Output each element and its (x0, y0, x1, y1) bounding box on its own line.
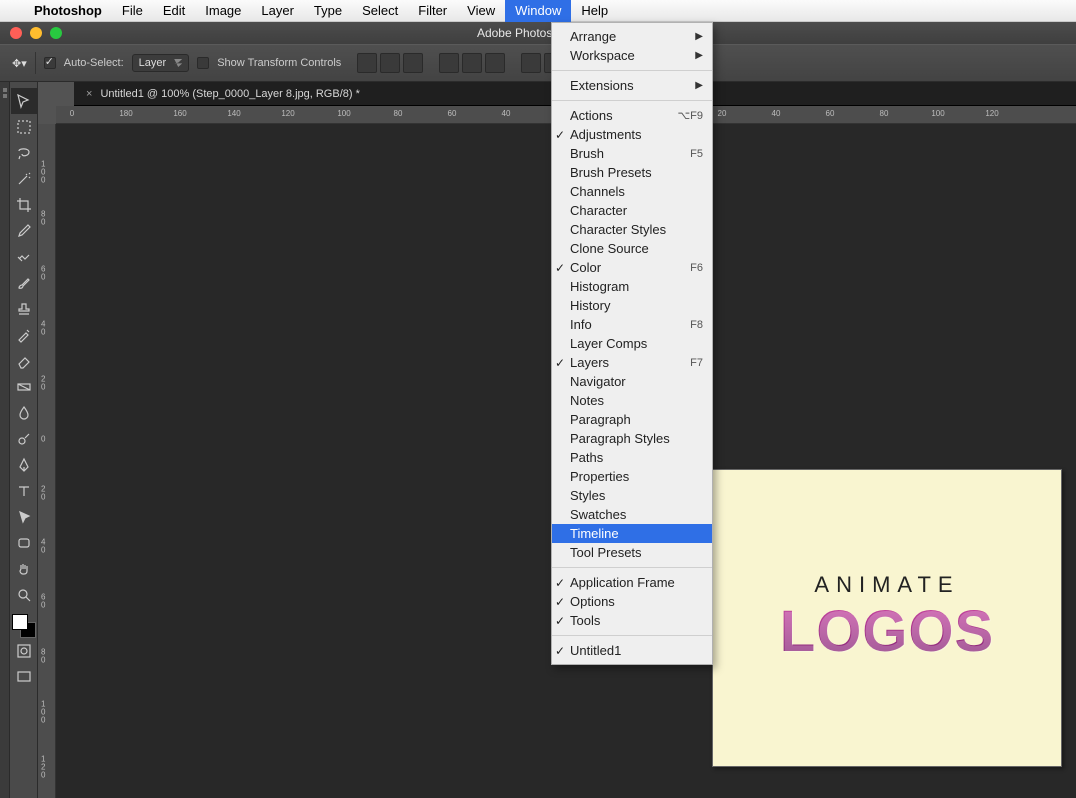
menu-item-tools[interactable]: ✓Tools (552, 611, 712, 630)
menu-item-application-frame[interactable]: ✓Application Frame (552, 573, 712, 592)
menu-item-character-styles[interactable]: Character Styles (552, 220, 712, 239)
menu-item-options[interactable]: ✓Options (552, 592, 712, 611)
tool-heal[interactable] (11, 244, 37, 270)
align-icon[interactable] (439, 53, 459, 73)
menu-app[interactable]: Photoshop (24, 0, 112, 22)
menu-item-extensions[interactable]: Extensions▶ (552, 76, 712, 95)
tool-screenmode[interactable] (11, 664, 37, 690)
auto-select-label: Auto-Select: (64, 57, 124, 69)
tool-gradient[interactable] (11, 374, 37, 400)
align-group-2 (439, 53, 505, 73)
tool-shape[interactable] (11, 530, 37, 556)
tool-eraser[interactable] (11, 348, 37, 374)
menu-item-arrange[interactable]: Arrange▶ (552, 27, 712, 46)
distribute-icon[interactable] (521, 53, 541, 73)
artwork-line2: LOGOS (713, 598, 1061, 665)
menu-item-paths[interactable]: Paths (552, 448, 712, 467)
align-icon[interactable] (357, 53, 377, 73)
auto-select-dropdown[interactable]: Layer (132, 54, 190, 72)
menu-item-character[interactable]: Character (552, 201, 712, 220)
menu-edit[interactable]: Edit (153, 0, 195, 22)
auto-select-checkbox[interactable] (44, 57, 56, 69)
menu-help[interactable]: Help (571, 0, 618, 22)
menu-item-layers[interactable]: ✓LayersF7 (552, 353, 712, 372)
menu-item-notes[interactable]: Notes (552, 391, 712, 410)
menu-layer[interactable]: Layer (251, 0, 304, 22)
menu-item-brush[interactable]: BrushF5 (552, 144, 712, 163)
color-swatches[interactable] (12, 614, 36, 638)
menu-view[interactable]: View (457, 0, 505, 22)
move-tool-icon: ✥▾ (12, 57, 27, 70)
tool-zoom[interactable] (11, 582, 37, 608)
align-group-1 (357, 53, 423, 73)
menu-filter[interactable]: Filter (408, 0, 457, 22)
menu-item-brush-presets[interactable]: Brush Presets (552, 163, 712, 182)
app-titlebar: Adobe Photoshop CS6 (0, 22, 1076, 44)
menu-item-info[interactable]: InfoF8 (552, 315, 712, 334)
tool-dodge[interactable] (11, 426, 37, 452)
menu-item-styles[interactable]: Styles (552, 486, 712, 505)
tool-crop[interactable] (11, 192, 37, 218)
mac-menubar: Photoshop File Edit Image Layer Type Sel… (0, 0, 1076, 22)
vertical-ruler[interactable]: 10080604020020406080100120 (38, 124, 56, 798)
tool-pen[interactable] (11, 452, 37, 478)
close-tab-icon[interactable]: × (86, 88, 92, 100)
menu-item-untitled1[interactable]: ✓Untitled1 (552, 641, 712, 660)
menu-item-adjustments[interactable]: ✓Adjustments (552, 125, 712, 144)
tool-eyedropper[interactable] (11, 218, 37, 244)
tool-hand[interactable] (11, 556, 37, 582)
tool-stamp[interactable] (11, 296, 37, 322)
menu-item-history[interactable]: History (552, 296, 712, 315)
menu-item-tool-presets[interactable]: Tool Presets (552, 543, 712, 562)
tool-brush[interactable] (11, 270, 37, 296)
menu-item-workspace[interactable]: Workspace▶ (552, 46, 712, 65)
app-title: Adobe Photoshop CS6 (0, 26, 1076, 40)
tool-marquee[interactable] (11, 114, 37, 140)
tool-move[interactable] (11, 88, 37, 114)
artwork-line1: ANIMATE (713, 572, 1061, 598)
menu-select[interactable]: Select (352, 0, 408, 22)
window-menu-dropdown: Arrange▶Workspace▶Extensions▶Actions⌥F9✓… (551, 22, 713, 665)
document-tab-label: Untitled1 @ 100% (Step_0000_Layer 8.jpg,… (100, 88, 359, 100)
align-icon[interactable] (403, 53, 423, 73)
panel-strip[interactable] (0, 82, 10, 798)
options-bar: ✥▾ Auto-Select: Layer Show Transform Con… (0, 44, 1076, 82)
menu-item-timeline[interactable]: Timeline (552, 524, 712, 543)
tool-history-brush[interactable] (11, 322, 37, 348)
align-icon[interactable] (485, 53, 505, 73)
tool-wand[interactable] (11, 166, 37, 192)
menu-item-paragraph-styles[interactable]: Paragraph Styles (552, 429, 712, 448)
tool-lasso[interactable] (11, 140, 37, 166)
document-tab[interactable]: × Untitled1 @ 100% (Step_0000_Layer 8.jp… (74, 84, 372, 104)
menu-item-histogram[interactable]: Histogram (552, 277, 712, 296)
tool-type[interactable] (11, 478, 37, 504)
menu-item-clone-source[interactable]: Clone Source (552, 239, 712, 258)
menu-type[interactable]: Type (304, 0, 352, 22)
menu-window[interactable]: Window (505, 0, 571, 22)
toolbox (10, 82, 38, 798)
menu-item-navigator[interactable]: Navigator (552, 372, 712, 391)
show-transform-checkbox[interactable] (197, 57, 209, 69)
menu-item-actions[interactable]: Actions⌥F9 (552, 106, 712, 125)
align-icon[interactable] (462, 53, 482, 73)
align-icon[interactable] (380, 53, 400, 73)
menu-item-properties[interactable]: Properties (552, 467, 712, 486)
menu-item-channels[interactable]: Channels (552, 182, 712, 201)
menu-item-paragraph[interactable]: Paragraph (552, 410, 712, 429)
menu-item-color[interactable]: ✓ColorF6 (552, 258, 712, 277)
tool-path-select[interactable] (11, 504, 37, 530)
menu-file[interactable]: File (112, 0, 153, 22)
menu-image[interactable]: Image (195, 0, 251, 22)
menu-item-swatches[interactable]: Swatches (552, 505, 712, 524)
menu-item-layer-comps[interactable]: Layer Comps (552, 334, 712, 353)
tool-blur[interactable] (11, 400, 37, 426)
show-transform-label: Show Transform Controls (217, 57, 341, 69)
artboard: ANIMATE LOGOS (712, 469, 1062, 767)
tool-quickmask[interactable] (11, 638, 37, 664)
